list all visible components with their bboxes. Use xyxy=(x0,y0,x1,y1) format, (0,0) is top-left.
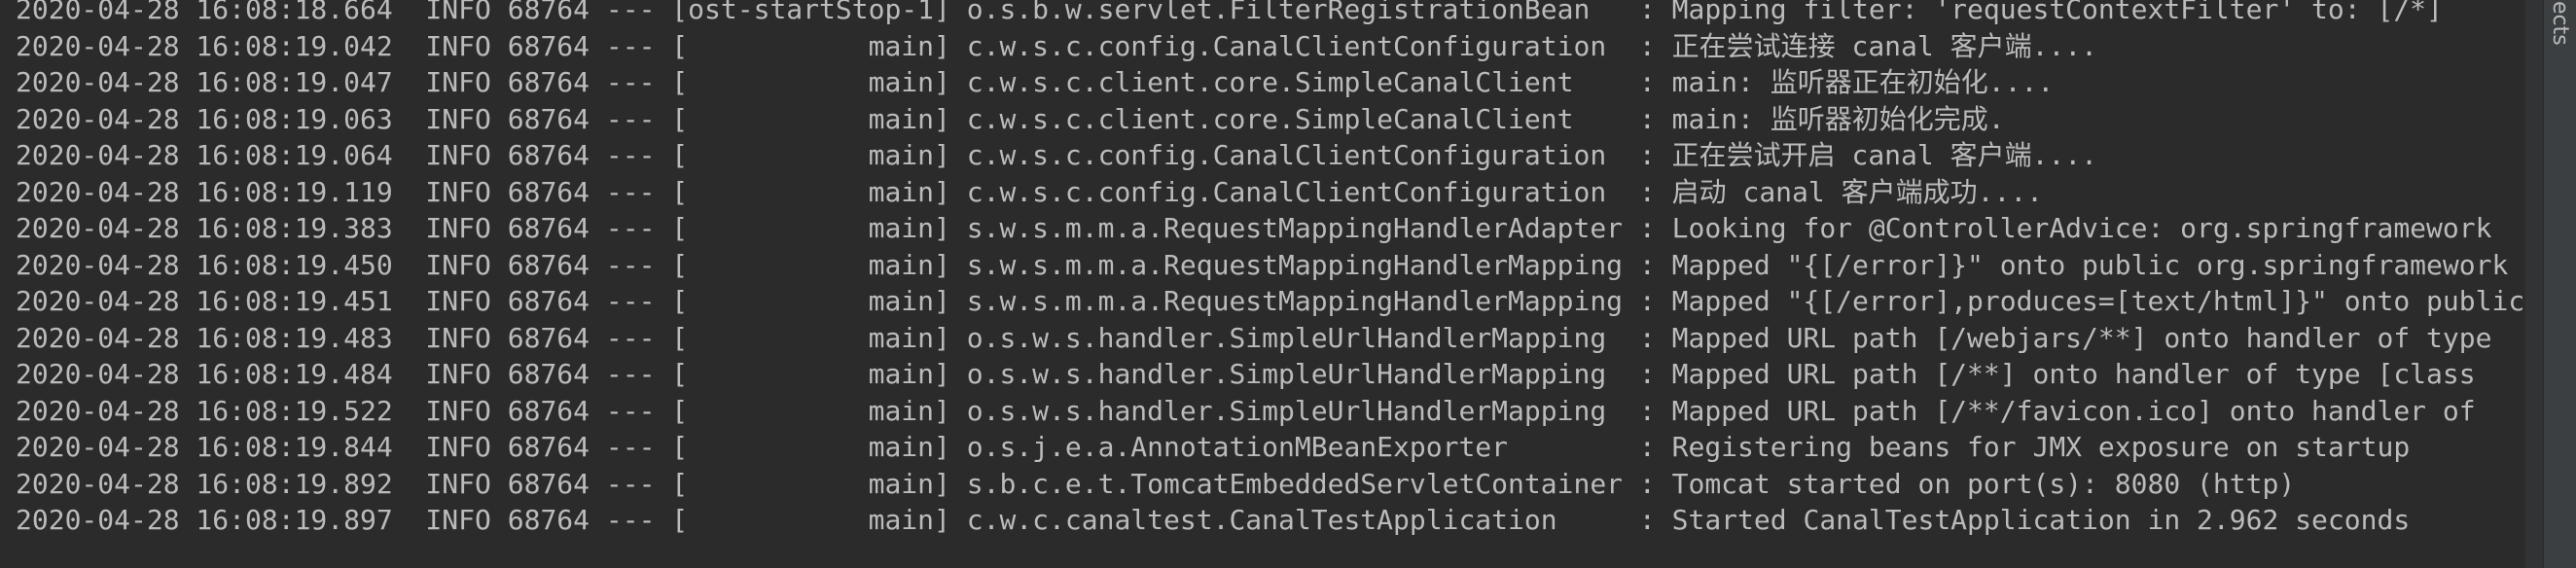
log-lines: 2020-04-28 16:08:18.664 INFO 68764 --- [… xyxy=(16,0,2524,539)
console-scrollbar[interactable] xyxy=(2525,0,2543,568)
tab-projects[interactable]: Projects xyxy=(2544,0,2576,82)
log-line: 2020-04-28 16:08:19.047 INFO 68764 --- [… xyxy=(16,66,2055,98)
log-line: 2020-04-28 16:08:19.064 INFO 68764 --- [… xyxy=(16,139,2098,171)
log-line: 2020-04-28 16:08:19.844 INFO 68764 --- [… xyxy=(16,431,2411,463)
log-line: 2020-04-28 16:08:19.897 INFO 68764 --- [… xyxy=(16,504,2411,536)
log-line: 2020-04-28 16:08:18.664 INFO 68764 --- [… xyxy=(16,0,2443,25)
side-tool-window-bar: Projects xyxy=(2543,0,2576,568)
console-output[interactable]: 2020-04-28 16:08:18.664 INFO 68764 --- [… xyxy=(0,0,2525,568)
log-line: 2020-04-28 16:08:19.383 INFO 68764 --- [… xyxy=(16,212,2492,244)
log-line: 2020-04-28 16:08:19.063 INFO 68764 --- [… xyxy=(16,102,2005,135)
log-line: 2020-04-28 16:08:19.042 INFO 68764 --- [… xyxy=(16,29,2098,62)
log-line: 2020-04-28 16:08:19.450 INFO 68764 --- [… xyxy=(16,248,2509,281)
log-line: 2020-04-28 16:08:19.483 INFO 68764 --- [… xyxy=(16,321,2492,354)
log-line: 2020-04-28 16:08:19.451 INFO 68764 --- [… xyxy=(16,285,2525,317)
projects-tab-label: Projects xyxy=(2548,0,2572,46)
log-line: 2020-04-28 16:08:19.892 INFO 68764 --- [… xyxy=(16,467,2296,500)
log-line: 2020-04-28 16:08:19.119 INFO 68764 --- [… xyxy=(16,175,2044,208)
log-line: 2020-04-28 16:08:19.484 INFO 68764 --- [… xyxy=(16,358,2476,390)
log-line: 2020-04-28 16:08:19.522 INFO 68764 --- [… xyxy=(16,394,2476,427)
